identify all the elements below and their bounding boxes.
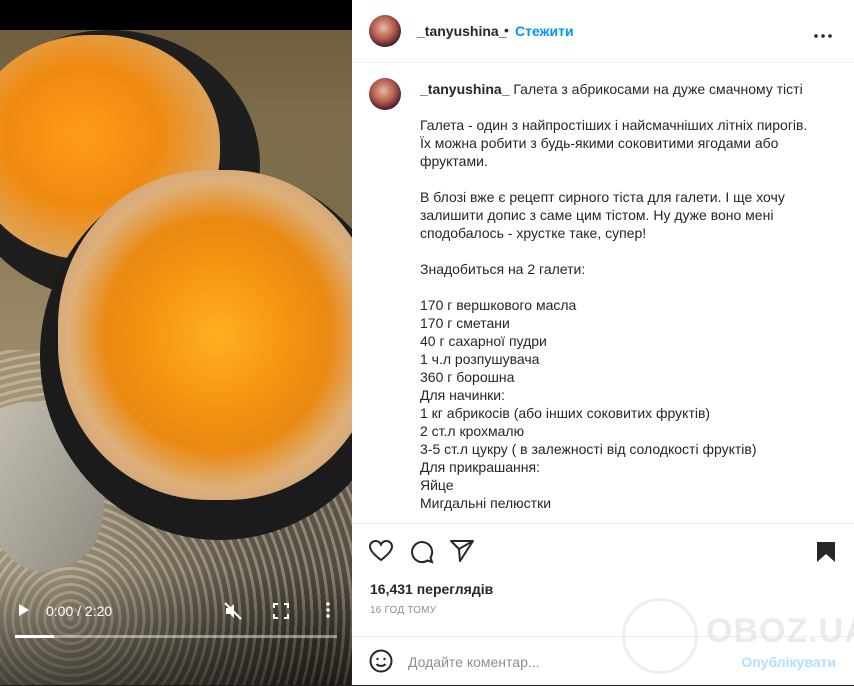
caption-gap — [420, 278, 820, 296]
more-options-icon[interactable] — [814, 22, 832, 43]
play-icon[interactable] — [18, 603, 30, 620]
ingredient-line: 170 г вершкового масла — [420, 297, 577, 313]
ingredient-line: Для прикрашання: — [420, 459, 540, 475]
caption-first-line: _tanyushina_ Галета з абрикосами на дуже… — [420, 80, 820, 98]
caption-line: Їх можна робити з будь-якими соковитими … — [420, 135, 779, 151]
bookmark-icon[interactable] — [816, 541, 836, 568]
video-controls-shade — [0, 570, 352, 685]
comment-input[interactable]: Додайте коментар... — [408, 654, 540, 670]
ingredient-line: 3-5 ст.л цукру ( в залежності від солодк… — [420, 441, 757, 457]
ingredient-line: 1 ч.л розпушувача — [420, 351, 540, 367]
ingredient-line: 170 г сметани — [420, 315, 510, 331]
fullscreen-icon[interactable] — [273, 603, 289, 622]
video-progress-bar[interactable] — [15, 635, 337, 638]
ingredient-line: 360 г борошна — [420, 369, 515, 385]
post-time[interactable]: 16 ГОД ТОМУ — [370, 605, 436, 616]
send-icon[interactable] — [450, 540, 474, 567]
post-header: _tanyushina_ • Стежити — [352, 0, 854, 63]
ingredient-line: 40 г сахарної пудри — [420, 333, 547, 349]
ingredient-line: Яйце — [420, 477, 454, 493]
caption-line: В блозі вже є рецепт сирного тіста для г… — [420, 189, 785, 205]
caption-line: фруктами. — [420, 153, 488, 169]
caption-gap — [420, 170, 820, 188]
post-caption: _tanyushina_ Галета з абрикосами на дуже… — [420, 80, 820, 512]
caption-username[interactable]: _tanyushina_ — [420, 81, 509, 97]
caption-title: Галета з абрикосами на дуже смачному тіс… — [513, 81, 803, 97]
heart-icon[interactable] — [368, 539, 394, 567]
caption-line: Галета - один з найпростіших і найсмачні… — [420, 117, 808, 133]
video-top-bar — [0, 0, 352, 30]
view-count[interactable]: 16,431 переглядів — [370, 581, 493, 597]
post-video[interactable]: 0:00 / 2:20 — [0, 0, 352, 685]
follow-button[interactable]: Стежити — [515, 23, 574, 39]
video-progress-fill — [15, 635, 54, 638]
caption-gap — [420, 242, 820, 260]
ingredient-line: Мигдальні пелюстки — [420, 495, 552, 511]
watermark-text: OBOZ.UA — [706, 612, 854, 650]
post-panel: _tanyushina_ • Стежити _tanyushina_ Гале… — [352, 0, 854, 685]
header-separator: • — [504, 22, 509, 38]
emoji-icon[interactable] — [369, 649, 393, 678]
oboz-logo-icon — [622, 598, 698, 674]
header-username[interactable]: _tanyushina_ — [417, 23, 506, 39]
ingredient-line: Для начинки: — [420, 387, 506, 403]
ingredient-line: 1 кг абрикосів (або інших соковитих фрук… — [420, 405, 711, 421]
ingredient-line: 2 ст.л крохмалю — [420, 423, 525, 439]
caption-line: залишити допис з саме цим тістом. Ну дуж… — [420, 207, 774, 223]
caption-avatar[interactable] — [369, 78, 401, 110]
comment-icon[interactable] — [410, 540, 434, 569]
mute-icon[interactable] — [224, 602, 242, 623]
caption-gap — [420, 98, 820, 116]
more-vertical-icon[interactable] — [326, 602, 330, 621]
video-time: 0:00 / 2:20 — [46, 603, 113, 619]
apricot-galette-front — [58, 170, 352, 500]
post-comment-button[interactable]: Опублікувати — [741, 654, 836, 670]
caption-line: Знадобиться на 2 галети: — [420, 261, 586, 277]
avatar[interactable] — [369, 15, 401, 47]
caption-line: сподобалось - хрустке таке, супер! — [420, 225, 647, 241]
